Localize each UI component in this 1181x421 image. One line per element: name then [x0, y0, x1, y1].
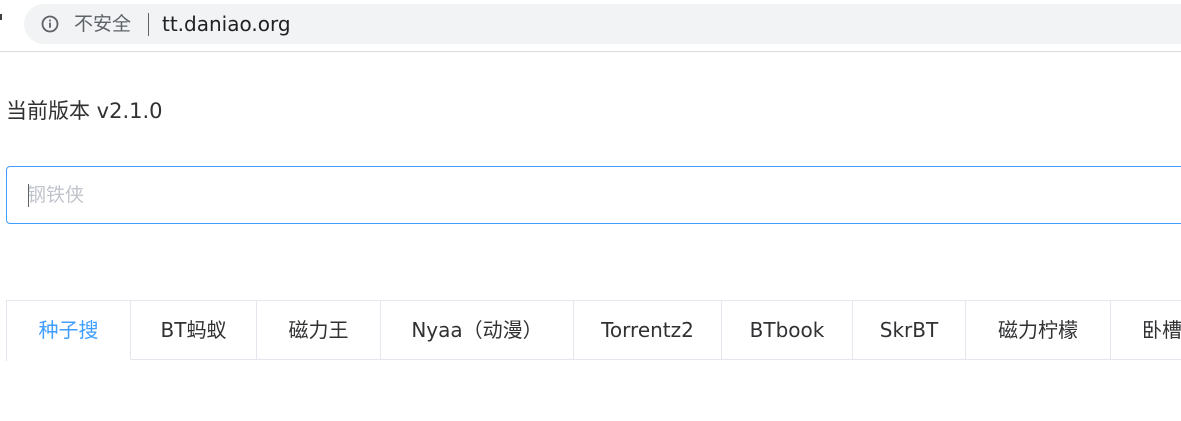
tab-torrentz2[interactable]: Torrentz2 [574, 301, 722, 360]
tab-strip-edge [0, 14, 2, 20]
tab-bt-mayi[interactable]: BT蚂蚁 [131, 301, 257, 360]
tab-wocao[interactable]: 卧槽 [1111, 301, 1181, 360]
address-bar-divider [148, 13, 149, 36]
address-bar[interactable]: 不安全 tt.daniao.org [24, 4, 1181, 44]
security-status-label[interactable]: 不安全 [74, 13, 131, 35]
tab-cili-ningmeng[interactable]: 磁力柠檬 [966, 301, 1111, 360]
url-text[interactable]: tt.daniao.org [162, 12, 291, 36]
browser-toolbar: 不安全 tt.daniao.org [0, 0, 1181, 52]
source-tabs: 种子搜 BT蚂蚁 磁力王 Nyaa（动漫） Torrentz2 BTbook S… [6, 300, 1181, 361]
tab-btbook[interactable]: BTbook [722, 301, 853, 360]
tab-zhongzisou[interactable]: 种子搜 [7, 301, 131, 360]
tab-skrbt[interactable]: SkrBT [853, 301, 966, 360]
tab-nyaa[interactable]: Nyaa（动漫） [381, 301, 574, 360]
text-caret [28, 184, 29, 207]
search-input[interactable] [6, 166, 1181, 224]
info-icon[interactable] [41, 15, 59, 33]
version-text: 当前版本 v2.1.0 [6, 99, 163, 123]
tab-cili-wang[interactable]: 磁力王 [257, 301, 381, 360]
